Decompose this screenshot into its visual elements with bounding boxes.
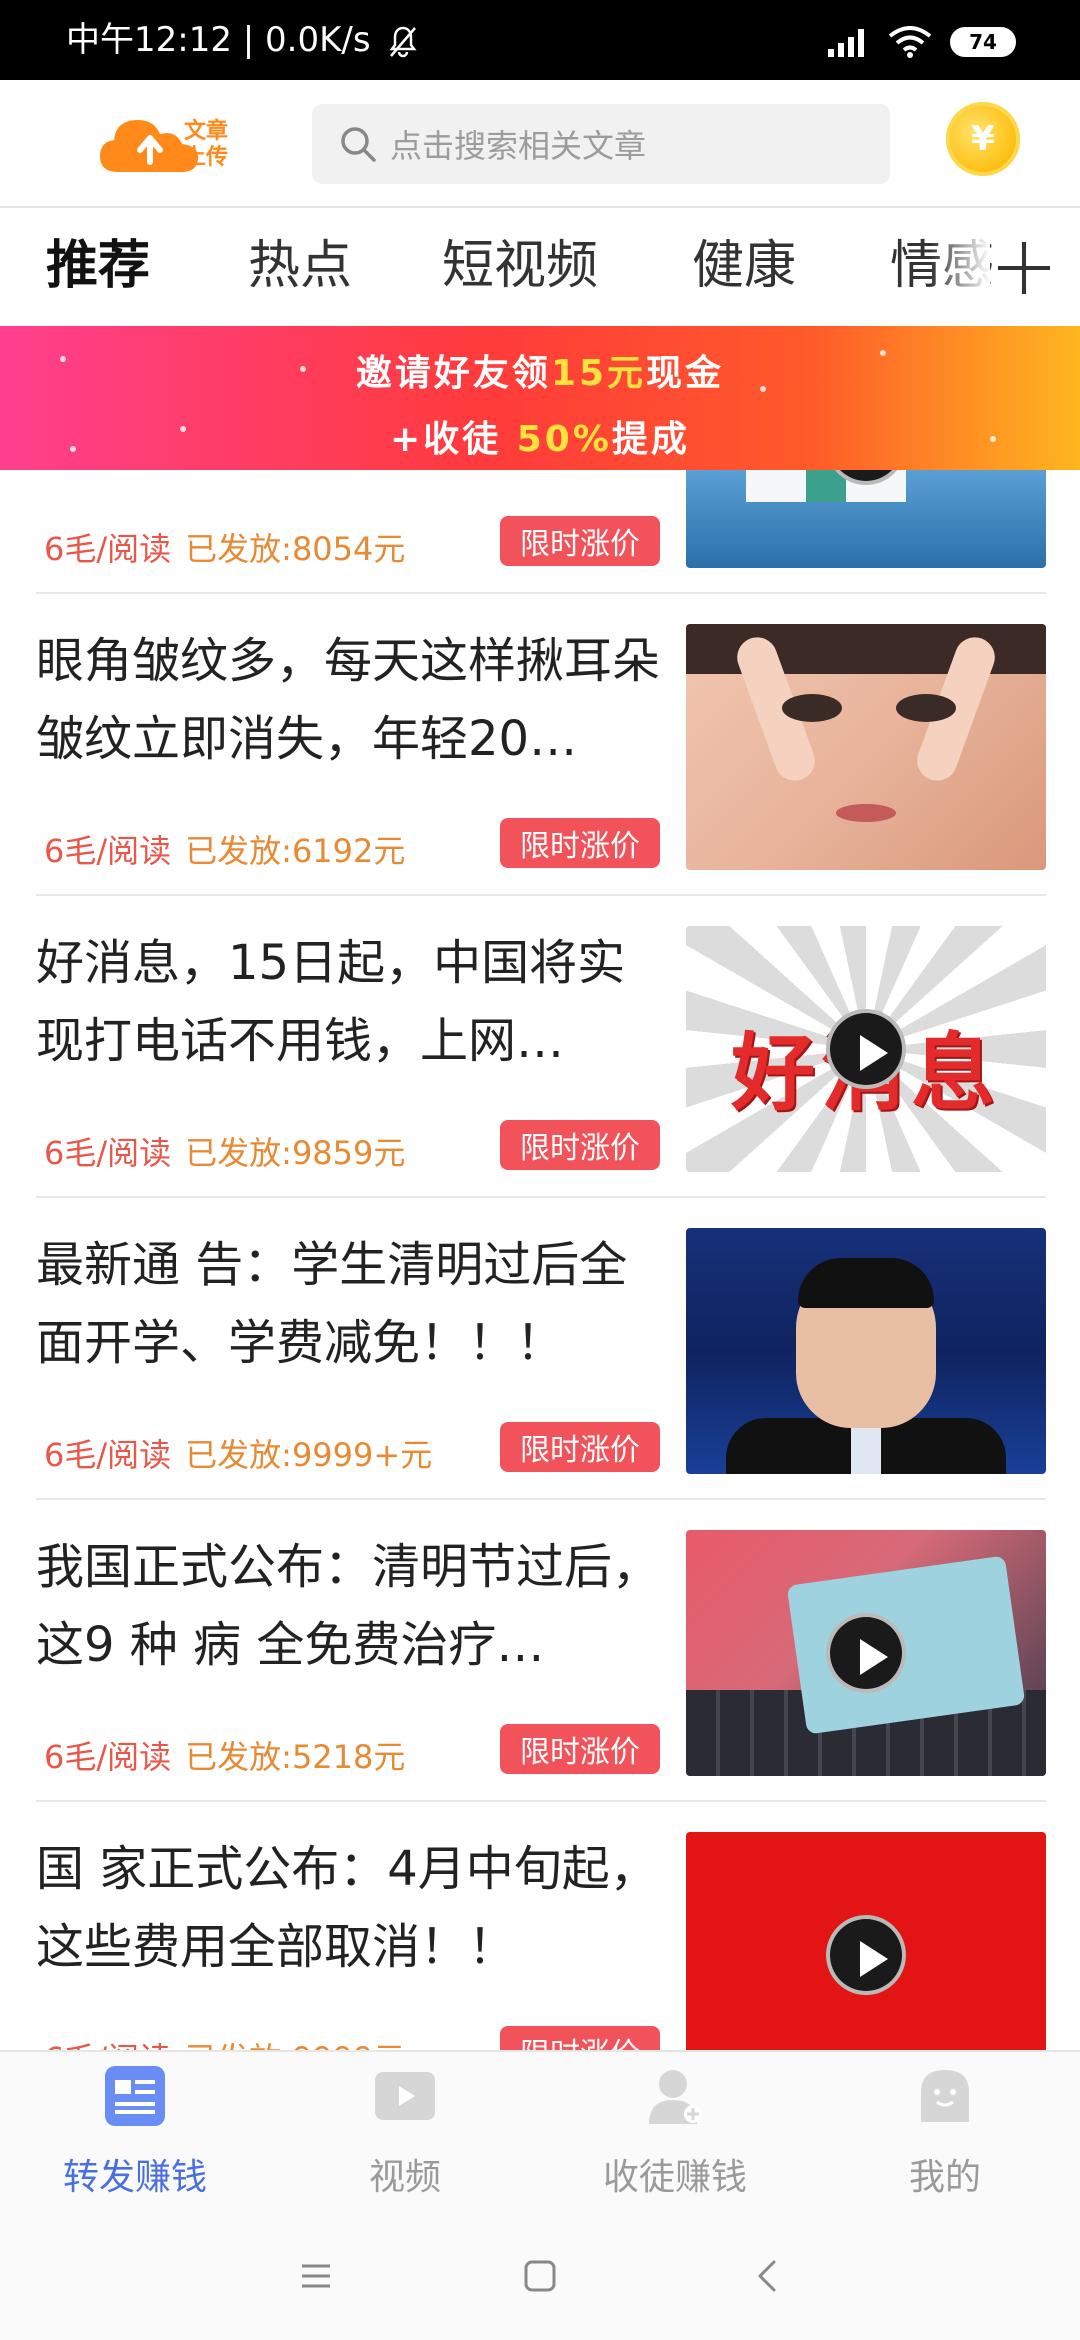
- status-right: 74: [826, 22, 1016, 62]
- article-meta: 6毛/阅读 已发放:9999元: [44, 2034, 405, 2050]
- home-icon[interactable]: [520, 2256, 560, 2296]
- article-thumbnail: [686, 1832, 1046, 2050]
- battery-level: 74: [969, 30, 997, 54]
- price-badge: 限时涨价: [500, 1724, 660, 1774]
- category-tabs: 推荐 热点 短视频 健康 情感: [0, 208, 1080, 326]
- bottom-navigation: 转发赚钱 视频 收徒赚钱 我的: [0, 2050, 1080, 2210]
- nav-label: 收徒赚钱: [602, 2157, 747, 2198]
- banner-line1-c: 现金: [646, 353, 725, 394]
- article-rate: 6毛/阅读: [44, 1134, 172, 1172]
- logo-label-line1: 文章: [184, 119, 229, 144]
- article-title: 好消息，15日起，中国将实现打电话不用钱，上网…: [36, 935, 626, 1069]
- system-navigation: [0, 2210, 1080, 2340]
- list-item[interactable]: 最新通 告：学生清明过后全面开学、学费减免！！！ 6毛/阅读 已发放:9999+元…: [36, 1198, 1046, 1500]
- banner-line1: 邀请好友领15元现金: [0, 344, 1080, 396]
- article-meta: 6毛/阅读 已发放:9859元: [44, 1128, 405, 1174]
- logo-label: 文章 上传: [184, 119, 228, 171]
- article-feed: 6毛/阅读 已发放:8054元 限时涨价 眼角皱纹多，每天这样揪耳朵皱纹立即消失，…: [0, 470, 1080, 2050]
- search-icon: [341, 127, 376, 162]
- article-thumbnail: [686, 1530, 1046, 1776]
- signal-icon: [828, 29, 864, 57]
- list-item[interactable]: 国 家正式公布：4月中旬起，这些费用全部取消！！ 6毛/阅读已发放:9999元 …: [36, 1802, 1046, 2050]
- nav-profile[interactable]: 我的: [810, 2052, 1080, 2212]
- price-badge: 限时涨价: [500, 1120, 660, 1170]
- article-meta: 6毛/阅读 已发放:5218元: [44, 1732, 405, 1778]
- price-badge: 限时涨价: [500, 516, 660, 566]
- back-icon[interactable]: [748, 2256, 788, 2296]
- banner-line2: +收徒 50%提成: [0, 410, 1080, 462]
- article-rate: 6毛/阅读: [44, 2040, 171, 2050]
- price-badge: 限时涨价: [500, 818, 660, 868]
- price-badge: 限时涨价: [500, 1422, 660, 1472]
- banner-line2-a: +收徒: [390, 419, 517, 460]
- nav-label: 视频: [368, 2157, 441, 2198]
- article-title: 国 家正式公布：4月中旬起，这些费用全部取消！！: [36, 1841, 658, 1975]
- article-title: 眼角皱纹多，每天这样揪耳朵皱纹立即消失，年轻20…: [36, 633, 661, 767]
- article-meta: 6毛/阅读 已发放:9999+元: [44, 1430, 432, 1476]
- tab-hot[interactable]: 热点: [248, 234, 352, 298]
- article-issued: 已发放:5218元: [185, 1738, 406, 1776]
- article-issued: 已发放:9999元: [185, 2040, 405, 2050]
- article-title: 我国正式公布：清明节过后，这9 种 病 全免费治疗…: [36, 1539, 661, 1673]
- article-title: 最新通 告：学生清明过后全面开学、学费减免！！！: [36, 1237, 628, 1371]
- play-icon: [826, 1009, 906, 1089]
- nav-label: 转发赚钱: [62, 2157, 207, 2198]
- article-thumbnail: [686, 1228, 1046, 1474]
- article-rate: 6毛/阅读: [44, 1738, 172, 1776]
- article-issued: 已发放:6192元: [185, 832, 406, 870]
- nav-label: 我的: [908, 2157, 981, 2198]
- coin-icon[interactable]: ¥: [946, 102, 1020, 176]
- wifi-icon: [888, 26, 932, 58]
- nav-recruit-earn[interactable]: 收徒赚钱: [540, 2052, 810, 2212]
- article-issued: 已发放:8054元: [185, 530, 406, 568]
- status-bar: 中午12:12 | 0.0K/s 74: [0, 0, 1080, 80]
- play-icon: [826, 1915, 906, 1995]
- tab-recommend[interactable]: 推荐: [46, 234, 150, 298]
- banner-line2-c: 提成: [611, 419, 690, 460]
- app-header: 文章 上传 点击搜索相关文章 ¥: [0, 80, 1080, 208]
- article-thumbnail: 好消息: [686, 926, 1046, 1172]
- nav-video[interactable]: 视频: [270, 2052, 540, 2212]
- list-item[interactable]: 6毛/阅读 已发放:8054元 限时涨价: [36, 470, 1046, 594]
- add-tab-icon[interactable]: [994, 238, 1054, 298]
- tab-health[interactable]: 健康: [692, 234, 796, 298]
- status-left: 中午12:12 | 0.0K/s: [66, 20, 419, 60]
- article-thumbnail: [686, 624, 1046, 870]
- battery-indicator: 74: [950, 27, 1016, 57]
- article-rate: 6毛/阅读: [44, 832, 172, 870]
- search-placeholder: 点击搜索相关文章: [390, 127, 647, 165]
- article-issued: 已发放:9999+元: [185, 1436, 433, 1474]
- article-rate: 6毛/阅读: [44, 1436, 172, 1474]
- play-icon: [826, 1613, 906, 1693]
- invite-banner[interactable]: 邀请好友领15元现金 +收徒 50%提成: [0, 326, 1080, 470]
- list-item[interactable]: 眼角皱纹多，每天这样揪耳朵皱纹立即消失，年轻20… 6毛/阅读 已发放:6192元…: [36, 594, 1046, 896]
- nav-forward-earn[interactable]: 转发赚钱: [0, 2052, 270, 2212]
- search-input[interactable]: 点击搜索相关文章: [312, 104, 890, 184]
- list-item[interactable]: 我国正式公布：清明节过后，这9 种 病 全免费治疗… 6毛/阅读 已发放:5218…: [36, 1500, 1046, 1802]
- banner-line1-a: 邀请好友领: [355, 353, 551, 394]
- article-meta: 6毛/阅读 已发放:8054元: [44, 524, 405, 570]
- mute-bell-icon: [387, 24, 419, 60]
- price-badge: 限时涨价: [500, 2026, 660, 2050]
- article-meta: 6毛/阅读 已发放:6192元: [44, 826, 405, 872]
- coin-symbol: ¥: [971, 119, 995, 159]
- list-item[interactable]: 好消息，15日起，中国将实现打电话不用钱，上网… 6毛/阅读 已发放:9859元 …: [36, 896, 1046, 1198]
- menu-icon[interactable]: [296, 2256, 336, 2296]
- article-icon: [105, 2066, 165, 2126]
- video-icon: [375, 2072, 435, 2120]
- article-issued: 已发放:9859元: [185, 1134, 406, 1172]
- upload-article-button[interactable]: 文章 上传: [96, 110, 256, 180]
- tab-fade: [930, 208, 990, 326]
- status-time-speed: 中午12:12 | 0.0K/s: [66, 20, 371, 60]
- article-thumbnail: [686, 470, 1046, 568]
- logo-label-line2: 上传: [184, 145, 229, 170]
- banner-line2-b: 50%: [516, 419, 612, 460]
- profile-icon: [921, 2070, 969, 2122]
- article-rate: 6毛/阅读: [44, 530, 172, 568]
- tab-short-video[interactable]: 短视频: [442, 234, 598, 298]
- banner-line1-b: 15元: [550, 353, 647, 394]
- add-user-icon: [649, 2070, 702, 2124]
